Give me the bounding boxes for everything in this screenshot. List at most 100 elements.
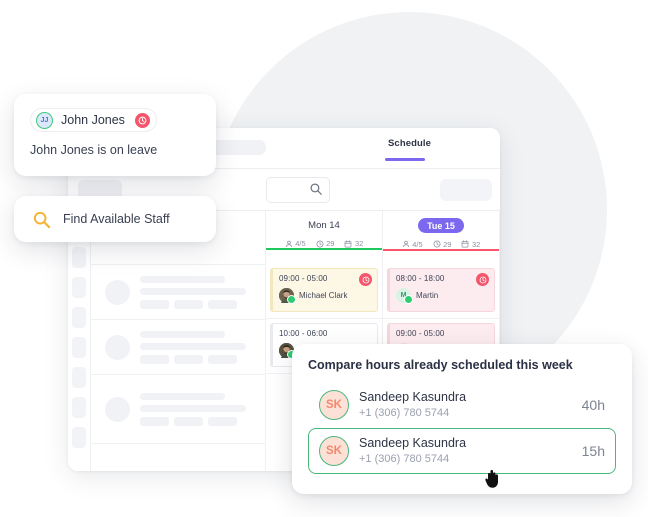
shift-time: 09:00 - 05:00: [396, 329, 445, 338]
staff-row-placeholder: [91, 375, 265, 444]
find-available-staff-label: Find Available Staff: [63, 212, 170, 226]
stat-shifts: 32: [461, 240, 480, 249]
staff-hours: 40h: [581, 397, 605, 413]
list-item[interactable]: SK Sandeep Kasundra +1 (306) 780 5744 15…: [308, 428, 616, 474]
stat-shifts: 32: [344, 239, 363, 248]
shift-person: Michael Clark: [279, 288, 371, 304]
shift-time: 09:00 - 05:00: [279, 274, 328, 283]
day-header-tue: Tue 15 4/5 29 32: [383, 211, 499, 264]
stat-hours-value: 29: [326, 239, 335, 248]
calendar-icon: [462, 240, 469, 248]
placeholder-line: [140, 275, 226, 283]
day-label: Mon 14: [308, 220, 340, 231]
placeholder-chip-row: [140, 354, 255, 364]
tab-schedule[interactable]: Schedule: [388, 138, 431, 149]
placeholder-chip-row: [140, 416, 255, 426]
stat-staff-value: 4/5: [295, 239, 306, 248]
day-stats-mon: 4/5 29 32: [266, 239, 382, 248]
avatar-placeholder: [105, 396, 130, 422]
on-leave-card: JJ John Jones John Jones is on leave: [14, 94, 216, 176]
placeholder-chip: [140, 354, 169, 364]
shift-alert-badge[interactable]: [476, 273, 489, 286]
placeholder-line: [140, 392, 226, 400]
person-icon: [402, 240, 409, 248]
placeholder-chip: [208, 299, 237, 309]
staff-text-placeholder: [140, 392, 255, 426]
placeholder-chip: [208, 416, 237, 426]
rail-chip: [72, 337, 86, 358]
hand-cursor-icon: [485, 469, 498, 488]
screenshot-root: Schedule Mon 14 4/5 29 32 09:00 - 05:00 …: [0, 0, 648, 517]
placeholder-chip: [140, 416, 169, 426]
placeholder-chip: [174, 299, 203, 309]
leave-status-badge: [134, 112, 150, 128]
rail-chip: [72, 427, 86, 448]
rail-chip: [72, 367, 86, 388]
find-available-staff-card[interactable]: Find Available Staff: [14, 196, 216, 242]
stat-hours-value: 29: [443, 239, 452, 249]
placeholder-line: [140, 330, 226, 338]
clock-icon: [479, 276, 486, 283]
staff-hours: 15h: [581, 443, 605, 459]
avatar-initials: SK: [326, 445, 342, 457]
stat-hours: 29: [316, 239, 335, 248]
stat-shifts-value: 32: [354, 239, 364, 248]
avatar: JJ: [36, 111, 53, 129]
shift-cell: 09:00 - 05:00 Michael Clark: [266, 264, 382, 319]
day-underline-tue: [383, 248, 499, 251]
avatar: SK: [319, 390, 349, 420]
clock-icon: [433, 240, 441, 248]
staff-text-placeholder: [140, 330, 255, 364]
shift-card[interactable]: 09:00 - 05:00 Michael Clark: [270, 268, 378, 312]
staff-name: Sandeep Kasundra: [359, 436, 467, 451]
day-stats-tue: 4/5 29 32: [383, 240, 499, 249]
rail-chip: [72, 247, 86, 268]
search-input[interactable]: [266, 177, 330, 203]
shift-person-name: Michael Clark: [299, 291, 348, 300]
stat-staff-value: 4/5: [412, 239, 423, 249]
shift-cell: 08:00 - 18:00 M Martin: [383, 264, 499, 319]
calendar-icon: [345, 239, 352, 247]
staff-row-placeholder: [91, 320, 265, 375]
shift-card[interactable]: 08:00 - 18:00 M Martin: [387, 268, 495, 312]
person-icon: [285, 240, 292, 247]
left-rail: [68, 211, 91, 471]
employee-pill[interactable]: JJ John Jones: [30, 108, 157, 132]
search-icon: [310, 183, 322, 195]
compare-hours-title: Compare hours already scheduled this wee…: [308, 358, 573, 372]
shift-person-name: Martin: [416, 291, 439, 300]
stat-staff: 4/5: [402, 240, 423, 249]
placeholder-line: [140, 404, 246, 412]
list-item[interactable]: SK Sandeep Kasundra +1 (306) 780 5744 40…: [308, 382, 616, 428]
shift-person: M Martin: [396, 288, 488, 304]
avatar-initials: SK: [326, 399, 342, 411]
rail-chip: [72, 307, 86, 328]
placeholder-chip: [140, 299, 169, 309]
leave-message: John Jones is on leave: [30, 143, 158, 157]
staff-info: Sandeep Kasundra +1 (306) 780 5744: [359, 436, 582, 466]
shift-alert-badge[interactable]: [359, 273, 372, 286]
search-icon: [33, 211, 51, 228]
day-label-active[interactable]: Tue 15: [418, 218, 464, 233]
stat-hours: 29: [433, 239, 452, 249]
placeholder-line: [140, 287, 246, 295]
avatar-placeholder: [105, 334, 130, 360]
placeholder-chip: [174, 354, 203, 364]
online-badge: [404, 295, 413, 304]
toolbar-placeholder-right: [440, 179, 492, 201]
clock-icon: [138, 116, 147, 124]
placeholder-chip: [208, 354, 237, 364]
employee-name: John Jones: [61, 113, 125, 127]
day-underline-mon: [266, 248, 382, 250]
stat-staff: 4/5: [285, 239, 306, 248]
staff-column: [91, 211, 266, 471]
clock-icon: [316, 240, 324, 247]
staff-phone: +1 (306) 780 5744: [359, 452, 450, 465]
shift-time: 08:00 - 18:00: [396, 274, 445, 283]
avatar-initials: JJ: [40, 116, 49, 124]
staff-row-placeholder: [91, 265, 265, 320]
rail-chip: [72, 277, 86, 298]
stat-shifts-value: 32: [471, 239, 481, 249]
placeholder-chip: [174, 416, 203, 426]
avatar: SK: [319, 436, 349, 466]
